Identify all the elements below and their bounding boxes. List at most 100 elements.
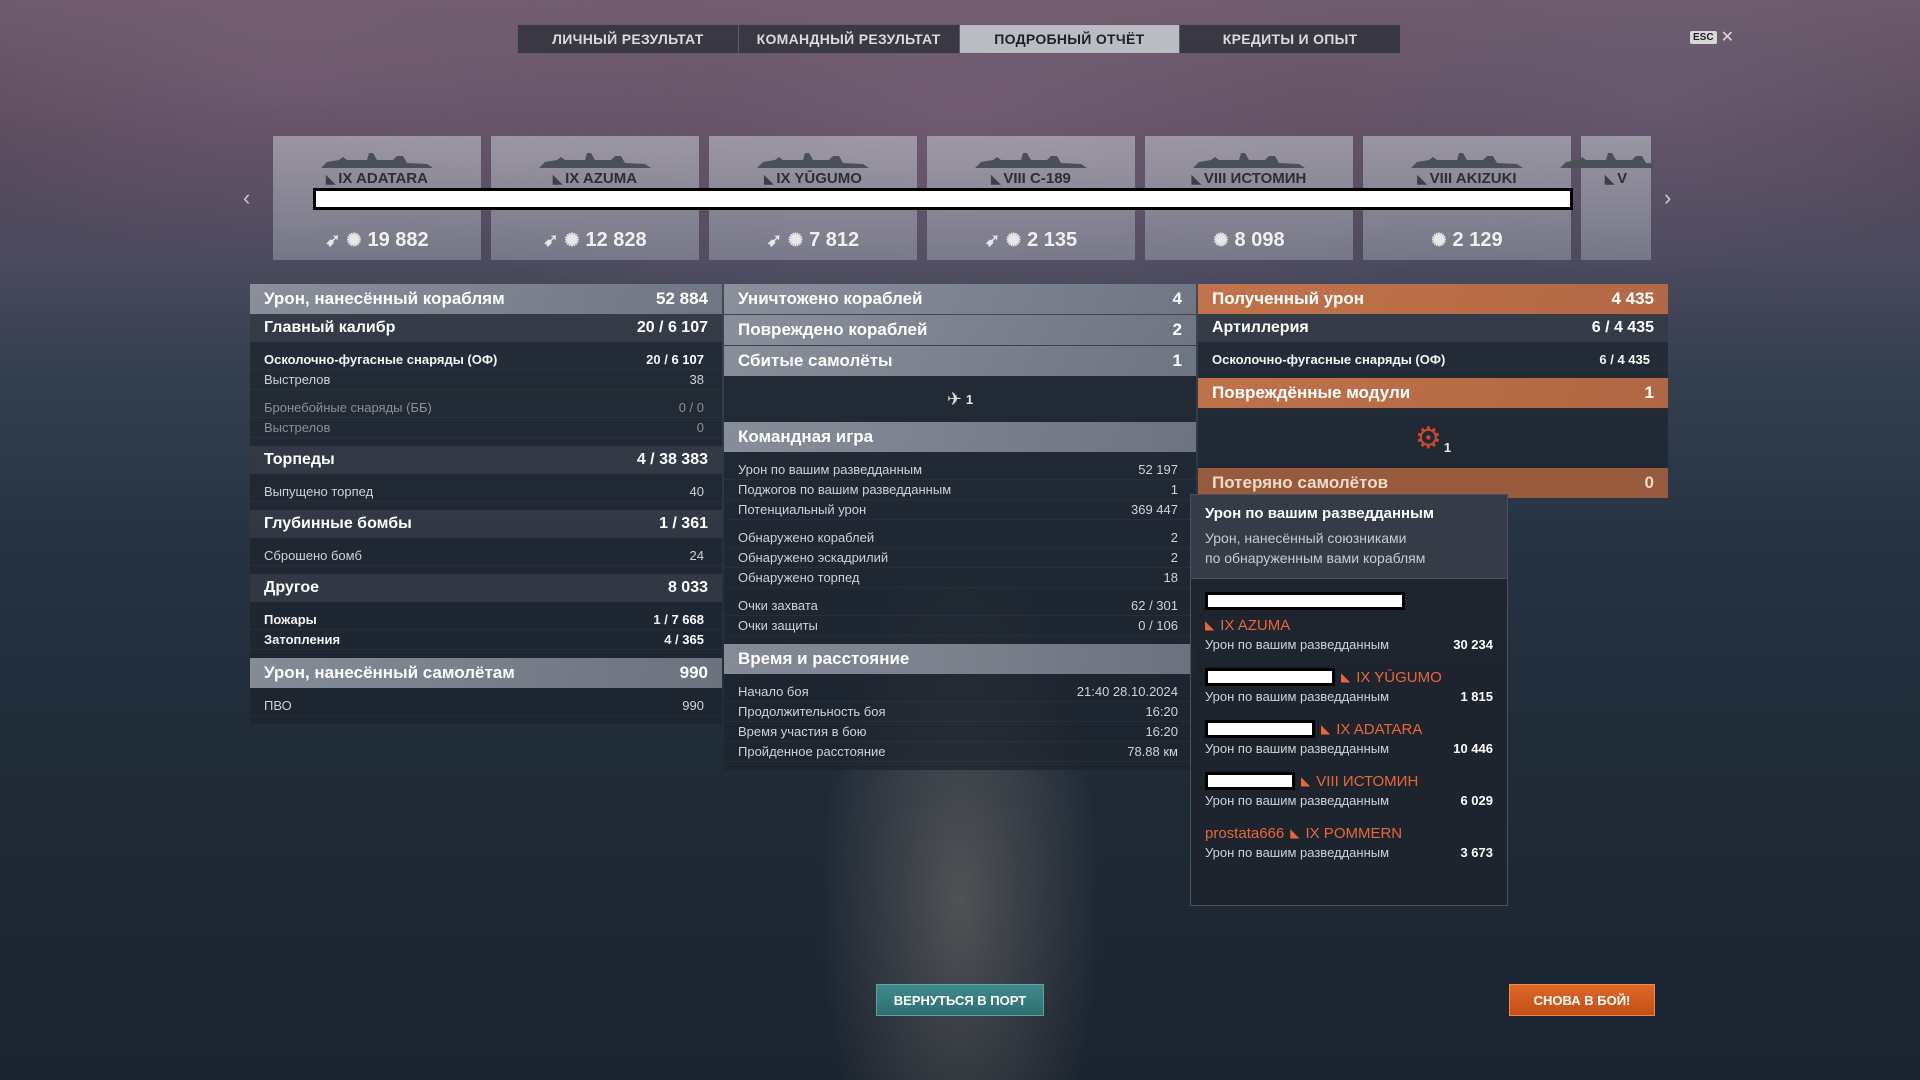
close-icon[interactable]: ✕ [1721, 27, 1734, 47]
received-damage-header: Полученный урон 4 435 [1198, 284, 1668, 314]
modules-panel: ⚙ 1 [1198, 408, 1668, 468]
team-play-header: Командная игра [724, 422, 1196, 452]
stat-row: Обнаружено эскадрилий 2 [724, 548, 1196, 568]
ship-class-icon: ◣ [1301, 774, 1311, 788]
stat-row: Обнаружено торпед 18 [724, 568, 1196, 588]
result-tabs: ЛИЧНЫЙ РЕЗУЛЬТАТ КОМАНДНЫЙ РЕЗУЛЬТАТ ПОД… [517, 24, 1401, 54]
battle-stats-column: Уничтожено кораблей 4 Повреждено кораблей… [724, 284, 1196, 770]
torpedoes-header: Торпеды 4 / 38 383 [250, 446, 722, 474]
ship-damage: ➹ ✺ 2 135 [984, 229, 1078, 251]
torpedo-icon: ➹ [543, 230, 559, 250]
ship-name: IX POMMERN [1305, 824, 1403, 842]
ship-name: IX YŪGUMO [1356, 668, 1442, 686]
damage-icon: ✺ [1005, 230, 1022, 250]
redacted-player-name [1205, 592, 1405, 610]
tooltip-entry: ◣ VIII ИСТОМИН Урон по вашим разведданным 6… [1205, 772, 1493, 808]
damage-icon: ✺ [346, 230, 362, 250]
ship-silhouette-icon [1411, 153, 1523, 168]
ap-row: Бронебойные снаряды (ББ) 0 / 0 [250, 398, 722, 418]
ship-class-icon: ◣ [1604, 172, 1615, 186]
time-distance-header: Время и расстояние [724, 644, 1196, 674]
ship-name: IX AZUMA [1220, 616, 1291, 634]
carousel-left-arrow-icon[interactable]: ‹ [243, 185, 250, 211]
ship-name: ◣ IX AZUMA [552, 170, 638, 187]
torpedo-icon: ➹ [325, 230, 341, 250]
esc-close[interactable]: ESC ✕ [1690, 27, 1734, 47]
ship-name: VIII ИСТОМИН [1316, 772, 1419, 790]
damage-received-column: Полученный урон 4 435 Артиллерия 6 / 4 435… [1198, 284, 1668, 498]
ship-class-icon: ◣ [1321, 722, 1331, 736]
stat-row: Пройденное расстояние 78.88 км [724, 742, 1196, 762]
stat-row: Продолжительность боя 16:20 [724, 702, 1196, 722]
artillery-header: Артиллерия 6 / 4 435 [1198, 314, 1668, 342]
tab-personal[interactable]: ЛИЧНЫЙ РЕЗУЛЬТАТ [518, 25, 739, 53]
planes-shot-panel: ✈ 1 [724, 376, 1196, 422]
return-to-port-button[interactable]: ВЕРНУТЬСЯ В ПОРТ [876, 984, 1044, 1016]
stat-row: Очки захвата 62 / 301 [724, 596, 1196, 616]
damage-icon: ✺ [787, 230, 804, 250]
ship-damage: ➹ ✺ 7 812 [766, 229, 860, 251]
time-distance-panel: Начало боя 21:40 28.10.2024 Продолжительно… [724, 674, 1196, 770]
carousel-right-arrow-icon[interactable]: › [1664, 185, 1671, 211]
stat-row: Поджогов по вашим разведданным 1 [724, 480, 1196, 500]
main-battery-header: Главный калибр 20 / 6 107 [250, 314, 722, 342]
modules-header: Повреждённые модули 1 [1198, 378, 1668, 408]
ship-class-icon: ◣ [1290, 826, 1300, 840]
ship-class-icon: ◣ [1341, 670, 1351, 684]
ship-card[interactable]: ◣ V [1560, 136, 1653, 260]
ship-damage-header: Урон, нанесённый кораблям 52 884 [250, 284, 722, 314]
floods-row: Затопления 4 / 365 [250, 630, 722, 650]
ship-class-icon: ◣ [1191, 172, 1201, 186]
ship-class-icon: ◣ [764, 172, 774, 186]
tooltip-entry: ◣ IX YŪGUMO Урон по вашим разведданным 1 81… [1205, 668, 1493, 704]
stat-row: Время участия в бою 16:20 [724, 722, 1196, 742]
plane-icon: ✈ [946, 388, 962, 409]
ship-name: IX ADATARA [1336, 720, 1423, 738]
ship-silhouette-icon [321, 153, 433, 168]
tab-credits-xp[interactable]: КРЕДИТЫ И ОПЫТ [1180, 25, 1400, 53]
damaged-header: Повреждено кораблей 2 [724, 315, 1196, 345]
stat-row: Урон по вашим разведданным 52 197 [724, 460, 1196, 480]
ship-class-icon: ◣ [1417, 172, 1427, 186]
ship-silhouette-icon [1193, 153, 1305, 168]
main-battery-panel: Осколочно-фугасные снаряды (ОФ) 20 / 6 10… [250, 342, 722, 446]
redacted-player-name [1205, 720, 1315, 738]
stat-row: Начало боя 21:40 28.10.2024 [724, 682, 1196, 702]
esc-key: ESC [1690, 30, 1717, 44]
fires-row: Пожары 1 / 7 668 [250, 610, 722, 630]
modules-count: 1 [1443, 439, 1452, 455]
ship-damage: ✺ 2 129 [1431, 229, 1503, 251]
tooltip-entry: prostata666 ◣ IX POMMERN Урон по вашим разв… [1205, 824, 1493, 861]
destroyed-header: Уничтожено кораблей 4 [724, 284, 1196, 314]
ship-name: ◣ VIII AKIZUKI [1417, 170, 1517, 187]
redacted-player-name [1205, 668, 1335, 686]
tooltip-title: Урон по вашим разведданным [1205, 505, 1434, 522]
tooltip-entry: ◣ IX ADATARA Урон по вашим разведданным 10 … [1205, 720, 1493, 756]
ship-damage: ✺ 8 098 [1213, 229, 1285, 251]
spotting-damage-tooltip: Урон по вашим разведданным Урон, нанесён… [1190, 494, 1508, 906]
ship-name: ◣ IX YŪGUMO [764, 170, 862, 187]
other-header: Другое 8 033 [250, 574, 722, 602]
damage-dealt-column: Урон, нанесённый кораблям 52 884 Главный … [250, 284, 722, 724]
tooltip-entry: ◣ IX AZUMA Урон по вашим разведданным 30 23… [1191, 589, 1507, 655]
stat-row: Обнаружено кораблей 2 [724, 528, 1196, 548]
ship-damage: ➹ ✺ 12 828 [543, 229, 647, 251]
tab-detailed[interactable]: ПОДРОБНЫЙ ОТЧЁТ [959, 25, 1181, 53]
torpedoes-launched-row: Выпущено торпед 40 [250, 482, 722, 502]
damage-icon: ✺ [1431, 230, 1447, 250]
ship-damage: ➹ ✺ 19 882 [325, 229, 429, 251]
ship-name: ◣ IX ADATARA [326, 170, 428, 187]
he-shots-row: Выстрелов 38 [250, 370, 722, 390]
stat-row: Очки защиты 0 / 106 [724, 616, 1196, 636]
damage-icon: ✺ [564, 230, 580, 250]
aa-row: ПВО 990 [250, 696, 722, 716]
ship-name: ◣ VIII ИСТОМИН [1191, 170, 1307, 187]
plane-damage-header: Урон, нанесённый самолётам 990 [250, 658, 722, 688]
team-play-panel: Урон по вашим разведданным 52 197 Поджогов… [724, 452, 1196, 644]
tab-team[interactable]: КОМАНДНЫЙ РЕЗУЛЬТАТ [739, 25, 960, 53]
ap-shots-row: Выстрелов 0 [250, 418, 722, 438]
battle-again-button[interactable]: СНОВА В БОЙ! [1509, 984, 1655, 1016]
planes-shot-header: Сбитые самолёты 1 [724, 346, 1196, 376]
player-name: prostata666 [1205, 824, 1285, 842]
ship-class-icon: ◣ [1205, 618, 1215, 632]
